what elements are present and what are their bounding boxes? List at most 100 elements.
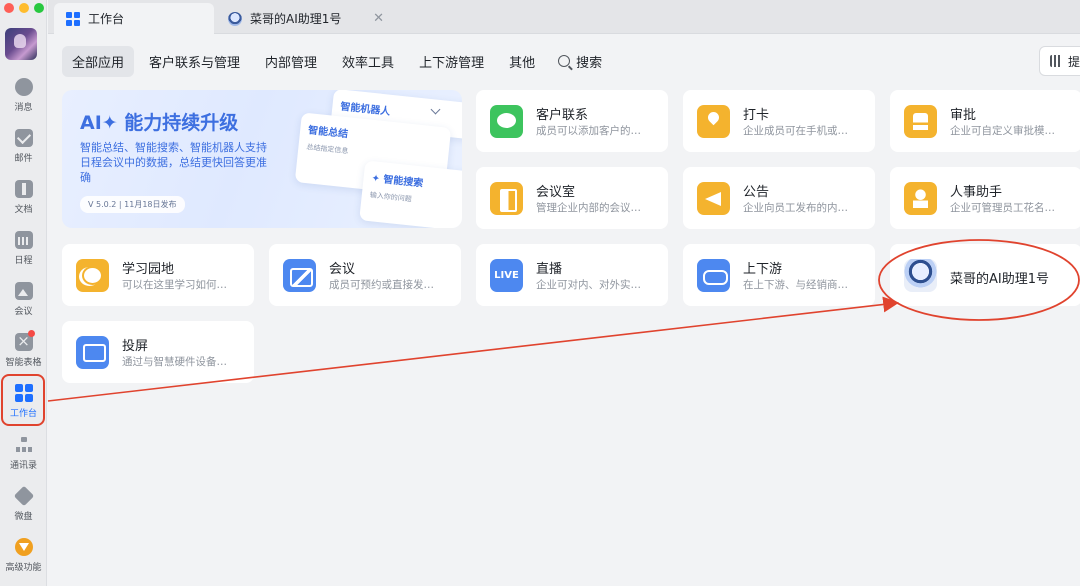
minimize-window-icon[interactable] bbox=[19, 3, 29, 13]
app-card-hr-assistant[interactable]: 人事助手 企业可管理员工花名… bbox=[890, 167, 1080, 229]
search-label: 搜索 bbox=[576, 55, 603, 71]
robot-icon bbox=[228, 11, 242, 26]
app-card-learning[interactable]: 学习园地 可以在这里学习如何… bbox=[62, 244, 254, 306]
banner-version: V 5.0.2 | 11月18日发布 bbox=[80, 196, 185, 213]
customer-chat-icon bbox=[490, 105, 523, 138]
rail-item-smart-sheet[interactable]: 智能表格 bbox=[0, 330, 47, 379]
search-icon bbox=[558, 55, 571, 67]
app-name: 审批 bbox=[950, 108, 977, 123]
app-description: 在上下游、与经销商… bbox=[743, 279, 848, 291]
planet-icon bbox=[76, 259, 109, 292]
app-name: 学习园地 bbox=[122, 262, 175, 277]
contacts-org-icon bbox=[15, 436, 33, 454]
banner-description: 智能总结、智能搜索、智能机器人支持日程会议中的数据，总结更快回答更准确 bbox=[80, 141, 267, 184]
app-card-meeting-room[interactable]: 会议室 管理企业内部的会议… bbox=[476, 167, 668, 229]
app-description: 成员可以添加客户的… bbox=[536, 125, 641, 137]
workbench-grid-icon bbox=[66, 11, 80, 26]
rail-item-messages[interactable]: 消息 bbox=[0, 78, 47, 124]
rail-item-label: 高级功能 bbox=[5, 563, 42, 573]
app-card-check-in[interactable]: 打卡 企业成员可在手机或… bbox=[683, 90, 875, 152]
rail-item-label: 消息 bbox=[14, 103, 33, 113]
advanced-features-icon bbox=[14, 538, 33, 556]
screen-cast-icon bbox=[76, 336, 109, 369]
app-description: 成员可预约或直接发… bbox=[329, 279, 434, 291]
category-other[interactable]: 其他 bbox=[499, 46, 545, 77]
robot-icon bbox=[904, 259, 937, 292]
category-customer[interactable]: 客户联系与管理 bbox=[139, 46, 250, 77]
notification-dot bbox=[28, 330, 35, 337]
door-icon bbox=[490, 182, 523, 215]
meeting-icon bbox=[14, 282, 33, 300]
rail-item-calendar[interactable]: 日程 bbox=[0, 231, 47, 277]
category-bar: 全部应用 客户联系与管理 内部管理 效率工具 上下游管理 其他 搜索 bbox=[62, 45, 610, 77]
annotation-circle-workbench bbox=[1, 374, 45, 426]
hint-button[interactable]: 提 bbox=[1039, 46, 1080, 76]
banner-card-search-label: ✦ 智能搜索 bbox=[370, 173, 424, 190]
app-description: 可以在这里学习如何… bbox=[122, 279, 227, 291]
megaphone-icon bbox=[697, 182, 730, 215]
rail-item-label: 通讯录 bbox=[9, 461, 37, 471]
calendar-icon bbox=[14, 231, 33, 249]
app-card-ai-assistant[interactable]: 菜哥的AI助理1号 bbox=[890, 244, 1080, 306]
close-window-icon[interactable] bbox=[4, 3, 14, 13]
app-description: 企业可自定义审批模… bbox=[950, 125, 1055, 137]
location-pin-icon bbox=[697, 105, 730, 138]
link-icon bbox=[697, 259, 730, 292]
rail-item-docs[interactable]: 文档 bbox=[0, 180, 47, 226]
ai-promo-banner[interactable]: 智能机器人 智能总结 总结指定信息 ✦ 智能搜索 输入你的问题 AI✦ 能力持续… bbox=[62, 90, 462, 228]
app-description: 企业可管理员工花名… bbox=[950, 202, 1055, 214]
app-name: 公告 bbox=[743, 185, 770, 200]
rail-item-drive[interactable]: 微盘 bbox=[0, 485, 47, 533]
banner-card-summary-label: 智能总结 bbox=[307, 125, 349, 141]
app-name: 上下游 bbox=[743, 262, 783, 277]
person-icon bbox=[904, 182, 937, 215]
app-name: 人事助手 bbox=[950, 185, 1003, 200]
app-name: 会议 bbox=[329, 262, 356, 277]
app-description: 企业向员工发布的内… bbox=[743, 202, 848, 214]
app-name: 菜哥的AI助理1号 bbox=[950, 272, 1049, 287]
tab-ai-assistant[interactable]: 菜哥的AI助理1号 ✕ bbox=[216, 3, 396, 34]
zoom-window-icon[interactable] bbox=[34, 3, 44, 13]
app-card-live[interactable]: LIVE 直播 企业可对内、对外实… bbox=[476, 244, 668, 306]
left-rail: 消息 邮件 文档 日程 会议 智能表格 工作台 通讯录 微盘 高级功能 bbox=[0, 0, 47, 586]
app-card-customer-contact[interactable]: 客户联系 成员可以添加客户的… bbox=[476, 90, 668, 152]
banner-card-search: ✦ 智能搜索 输入你的问题 bbox=[359, 160, 462, 228]
app-card-approval[interactable]: 审批 企业可自定义审批模… bbox=[890, 90, 1080, 152]
app-card-upstream-downstream[interactable]: 上下游 在上下游、与经销商… bbox=[683, 244, 875, 306]
close-tab-icon[interactable]: ✕ bbox=[373, 11, 384, 26]
tab-label: 工作台 bbox=[88, 12, 125, 26]
app-card-meeting[interactable]: 会议 成员可预约或直接发… bbox=[269, 244, 461, 306]
rail-item-mail[interactable]: 邮件 bbox=[0, 129, 47, 175]
sliders-icon bbox=[1050, 55, 1062, 67]
app-description: 管理企业内部的会议… bbox=[536, 202, 641, 214]
rail-item-label: 邮件 bbox=[14, 154, 33, 164]
rail-item-contacts[interactable]: 通讯录 bbox=[0, 436, 47, 482]
category-all-apps[interactable]: 全部应用 bbox=[62, 45, 135, 77]
search-button[interactable]: 搜索 bbox=[550, 46, 610, 77]
app-name: 投屏 bbox=[122, 339, 149, 354]
rail-item-label: 微盘 bbox=[14, 512, 33, 522]
category-internal[interactable]: 内部管理 bbox=[255, 46, 327, 77]
app-name: 打卡 bbox=[743, 108, 770, 123]
document-icon bbox=[14, 180, 33, 198]
category-supply-chain[interactable]: 上下游管理 bbox=[409, 46, 494, 77]
window-controls bbox=[4, 3, 44, 13]
rail-item-label: 会议 bbox=[14, 307, 33, 317]
tab-label: 菜哥的AI助理1号 bbox=[250, 12, 342, 26]
tab-workbench[interactable]: 工作台 bbox=[54, 3, 214, 34]
app-card-announcement[interactable]: 公告 企业向员工发布的内… bbox=[683, 167, 875, 229]
banner-card-search-sub: 输入你的问题 bbox=[369, 191, 413, 204]
rail-item-label: 日程 bbox=[14, 256, 33, 266]
stamp-icon bbox=[904, 105, 937, 138]
rail-item-label: 文档 bbox=[14, 205, 33, 215]
category-efficiency[interactable]: 效率工具 bbox=[332, 46, 404, 77]
rail-item-advanced[interactable]: 高级功能 bbox=[0, 538, 47, 584]
app-name: 客户联系 bbox=[536, 108, 589, 123]
drive-icon bbox=[13, 485, 34, 507]
app-name: 会议室 bbox=[536, 185, 576, 200]
app-card-screen-cast[interactable]: 投屏 通过与智慧硬件设备… bbox=[62, 321, 254, 383]
app-description: 通过与智慧硬件设备… bbox=[122, 356, 227, 368]
rail-item-meeting[interactable]: 会议 bbox=[0, 282, 47, 328]
banner-title: AI✦ 能力持续升级 bbox=[80, 112, 239, 134]
avatar[interactable] bbox=[5, 28, 37, 60]
